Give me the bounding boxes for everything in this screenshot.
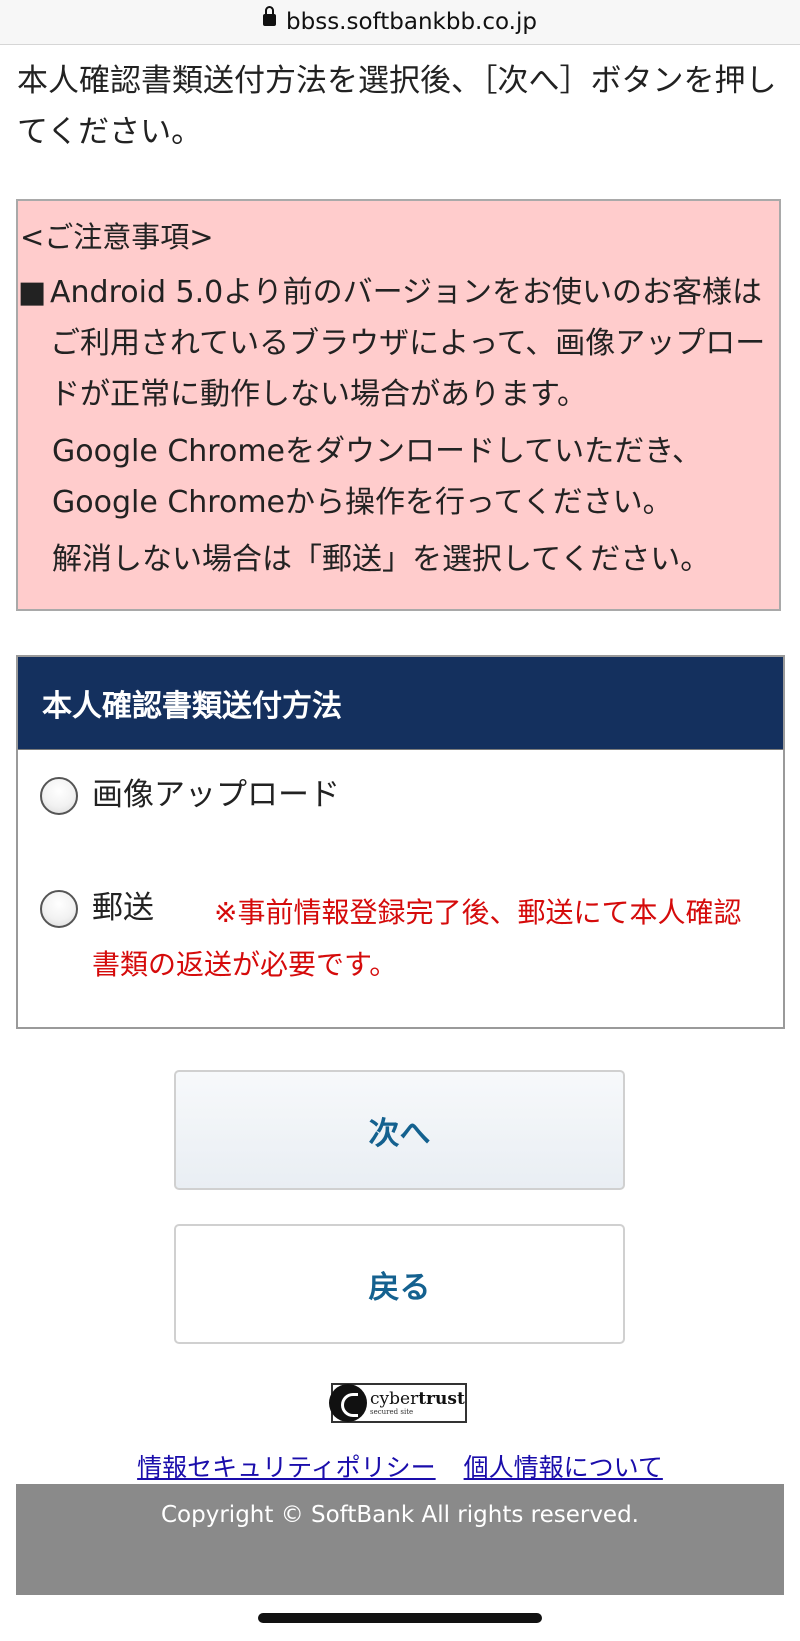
url-text: bbss.softbankbb.co.jp	[286, 9, 537, 35]
home-indicator[interactable]	[258, 1613, 542, 1623]
notice-bullet-text: Android 5.0より前のバージョンをお使いのお客様はご利用されているブラウ…	[50, 275, 766, 412]
intro-instruction: 本人確認書類送付方法を選択後、［次へ］ボタンを押してください。	[17, 63, 777, 150]
footer: Copyright © SoftBank All rights reserved…	[16, 1484, 784, 1595]
back-button[interactable]: 戻る	[174, 1224, 625, 1344]
copyright-text: Copyright © SoftBank All rights reserved…	[161, 1502, 639, 1528]
send-method-header: 本人確認書類送付方法	[18, 657, 783, 750]
lock-icon	[263, 6, 277, 26]
link-privacy[interactable]: 個人情報について	[464, 1453, 663, 1482]
notice-bullet: ■ Android 5.0より前のバージョンをお使いのお客様はご利用されているブ…	[18, 267, 779, 420]
link-security-policy[interactable]: 情報セキュリティポリシー	[137, 1453, 436, 1482]
option-image-upload-label[interactable]: 画像アップロード	[92, 774, 340, 816]
cybertrust-logo-icon	[329, 1384, 367, 1422]
next-button[interactable]: 次へ	[174, 1070, 625, 1190]
mail-note: ※事前情報登録完了後、郵送にて本人確認書類の返送が必要です。	[92, 896, 742, 981]
notice-box: <ご注意事項> ■ Android 5.0より前のバージョンをお使いのお客様はご…	[16, 199, 781, 611]
option-image-upload[interactable]: 画像アップロード	[40, 774, 340, 816]
notice-fallback-text: 解消しない場合は「郵送」を選択してください。	[52, 542, 711, 577]
radio-mail[interactable]	[40, 890, 78, 928]
footer-links: 情報セキュリティポリシー 個人情報について	[0, 1448, 800, 1484]
radio-image-upload[interactable]	[40, 777, 78, 815]
send-method-panel: 本人確認書類送付方法 画像アップロード 郵送 ※事前情報登録完了後、郵送にて本人…	[16, 655, 785, 1029]
notice-chrome-text: Google Chromeをダウンロードしていただき、Google Chrome…	[52, 434, 702, 520]
browser-url-bar[interactable]: bbss.softbankbb.co.jp	[0, 0, 800, 45]
notice-title: <ご注意事項>	[20, 220, 214, 254]
square-bullet-icon: ■	[18, 275, 47, 310]
cybertrust-badge[interactable]: cybertrust secured site	[329, 1383, 467, 1423]
